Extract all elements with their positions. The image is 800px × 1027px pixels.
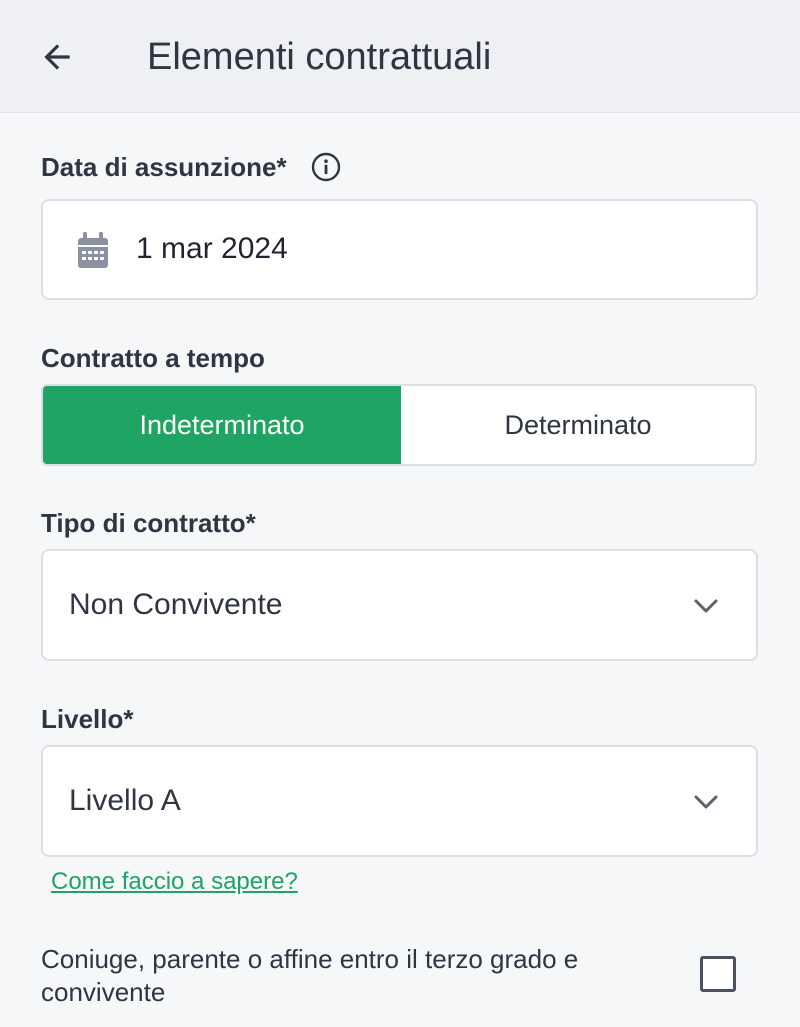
info-icon[interactable]	[311, 152, 341, 182]
level-value: Livello A	[69, 784, 181, 817]
page-title: Elementi contrattuali	[147, 36, 492, 78]
relative-checkbox-label: Coniuge, parente o affine entro il terzo…	[41, 944, 579, 1007]
relative-checkbox[interactable]	[700, 956, 736, 992]
hire-date-label: Data di assunzione*	[41, 152, 287, 182]
option-determinato[interactable]: Determinato	[401, 386, 755, 464]
back-button[interactable]	[30, 30, 84, 84]
level-select[interactable]: Livello A	[41, 745, 758, 857]
chevron-down-icon	[694, 795, 718, 809]
top-app-bar: Elementi contrattuali	[0, 0, 800, 113]
option-indeterminato[interactable]: Indeterminato	[43, 386, 401, 464]
contract-type-select[interactable]: Non Convivente	[41, 549, 758, 661]
level-label: Livello*	[41, 704, 134, 734]
contract-type-value: Non Convivente	[69, 588, 283, 621]
contract-type-label: Tipo di contratto*	[41, 508, 256, 538]
hire-date-field[interactable]: 1 mar 2024	[41, 199, 758, 300]
contract-duration-toggle: Indeterminato Determinato	[41, 384, 757, 466]
calendar-icon	[78, 232, 108, 268]
level-help-link[interactable]: Come faccio a sapere?	[51, 868, 298, 896]
arrow-left-icon	[44, 44, 70, 70]
hire-date-value: 1 mar 2024	[136, 232, 288, 265]
contract-duration-label: Contratto a tempo	[41, 343, 265, 373]
chevron-down-icon	[694, 599, 718, 613]
